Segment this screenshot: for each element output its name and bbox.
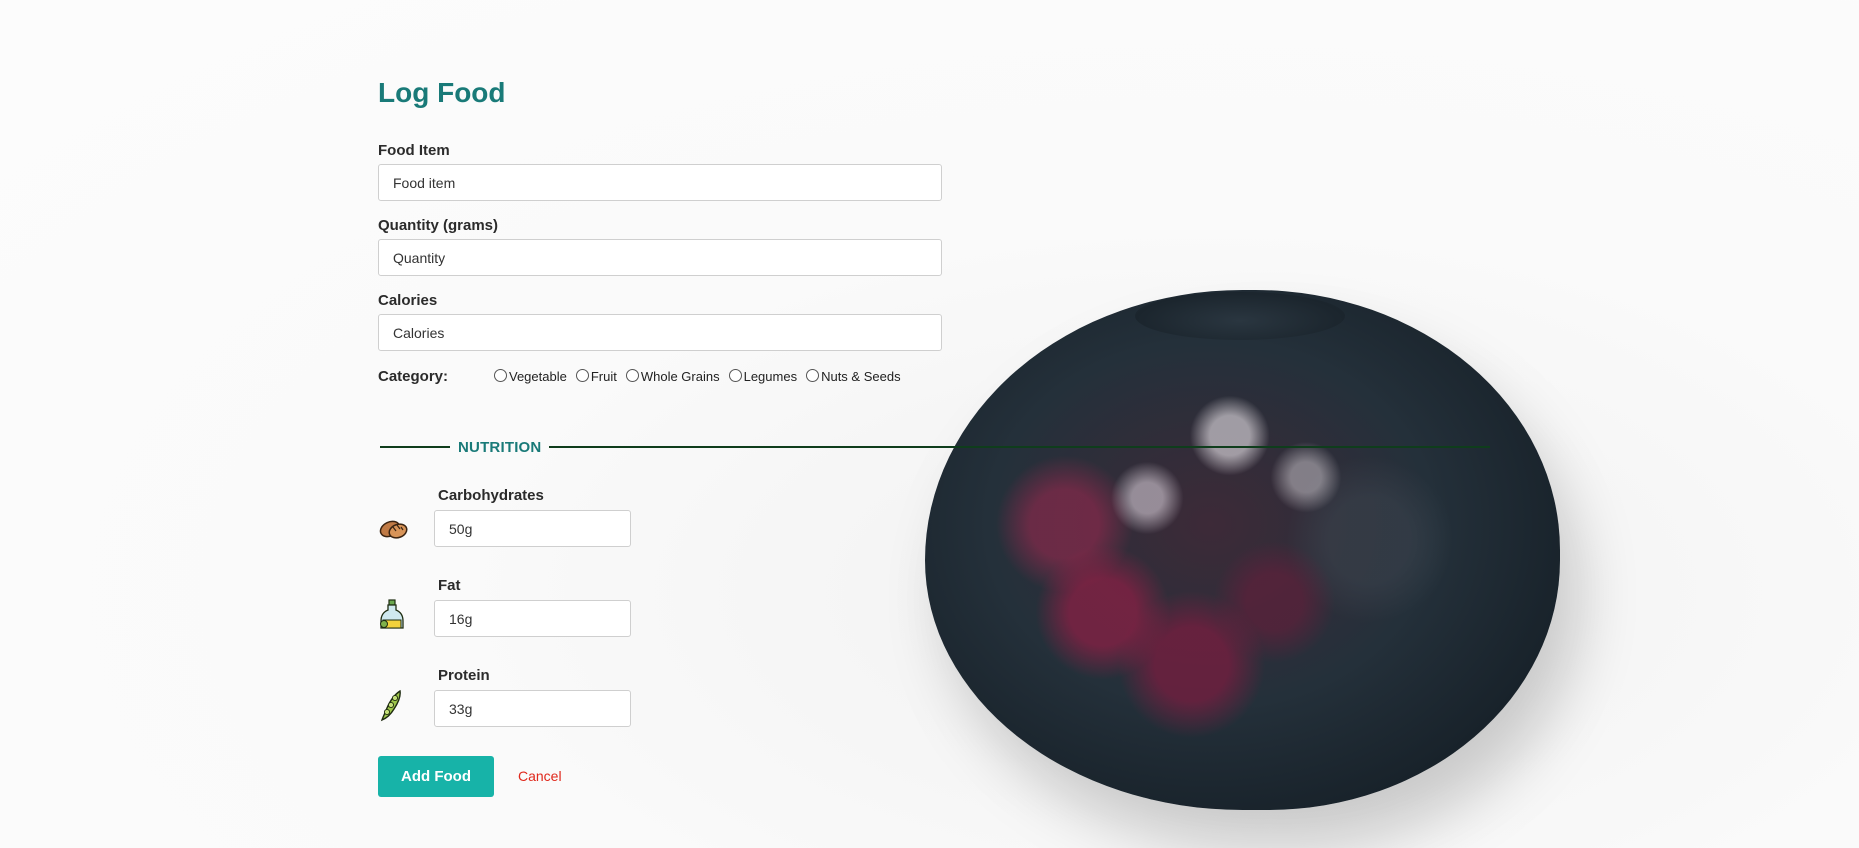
category-option-fruit[interactable]: Fruit bbox=[575, 368, 617, 384]
protein-input[interactable] bbox=[434, 690, 631, 727]
blueberry-top-shadow bbox=[1135, 292, 1345, 340]
category-option-label: Vegetable bbox=[509, 368, 567, 384]
calories-input[interactable] bbox=[378, 314, 942, 351]
log-food-page: Log Food Food Item Quantity (grams) Calo… bbox=[0, 0, 1859, 848]
radio-button[interactable] bbox=[575, 368, 589, 382]
nutrition-section-divider: NUTRITION bbox=[380, 436, 1490, 458]
protein-label: Protein bbox=[438, 667, 490, 684]
category-option-nuts-seeds[interactable]: Nuts & Seeds bbox=[806, 368, 901, 384]
radio-button[interactable] bbox=[728, 368, 742, 382]
edamame-pod-icon bbox=[380, 689, 401, 722]
category-option-label: Whole Grains bbox=[640, 368, 720, 384]
category-option-label: Fruit bbox=[590, 368, 617, 384]
quantity-input[interactable] bbox=[378, 239, 942, 276]
radio-button[interactable] bbox=[494, 368, 507, 382]
food-item-input[interactable] bbox=[378, 164, 942, 201]
divider-line bbox=[549, 446, 1490, 448]
oil-bottle-icon bbox=[380, 599, 404, 629]
category-option-vegetable[interactable]: Vegetable bbox=[494, 368, 567, 384]
add-food-button[interactable]: Add Food bbox=[378, 756, 494, 797]
calories-label: Calories bbox=[378, 292, 438, 309]
blueberry-background-image bbox=[925, 290, 1560, 810]
carbohydrates-input[interactable] bbox=[434, 510, 631, 547]
bread-icon bbox=[379, 520, 408, 539]
category-option-legumes[interactable]: Legumes bbox=[728, 368, 798, 384]
carbohydrates-label: Carbohydrates bbox=[438, 487, 544, 504]
cancel-link[interactable]: Cancel bbox=[518, 768, 562, 784]
category-option-whole-grains[interactable]: Whole Grains bbox=[625, 368, 720, 384]
food-item-label: Food Item bbox=[378, 142, 450, 159]
page-title: Log Food bbox=[378, 77, 506, 108]
quantity-label: Quantity (grams) bbox=[378, 217, 499, 234]
category-option-label: Legumes bbox=[743, 368, 798, 384]
radio-button[interactable] bbox=[625, 368, 639, 382]
category-label: Category: bbox=[378, 367, 449, 385]
category-radio-group: Category: Vegetable Fruit Whole Grains L… bbox=[378, 366, 958, 386]
fat-input[interactable] bbox=[434, 600, 631, 637]
category-option-label: Nuts & Seeds bbox=[821, 368, 901, 384]
fat-label: Fat bbox=[438, 577, 461, 594]
nutrition-section-title: NUTRITION bbox=[458, 438, 542, 456]
divider-line bbox=[380, 446, 450, 448]
radio-button[interactable] bbox=[806, 368, 820, 382]
